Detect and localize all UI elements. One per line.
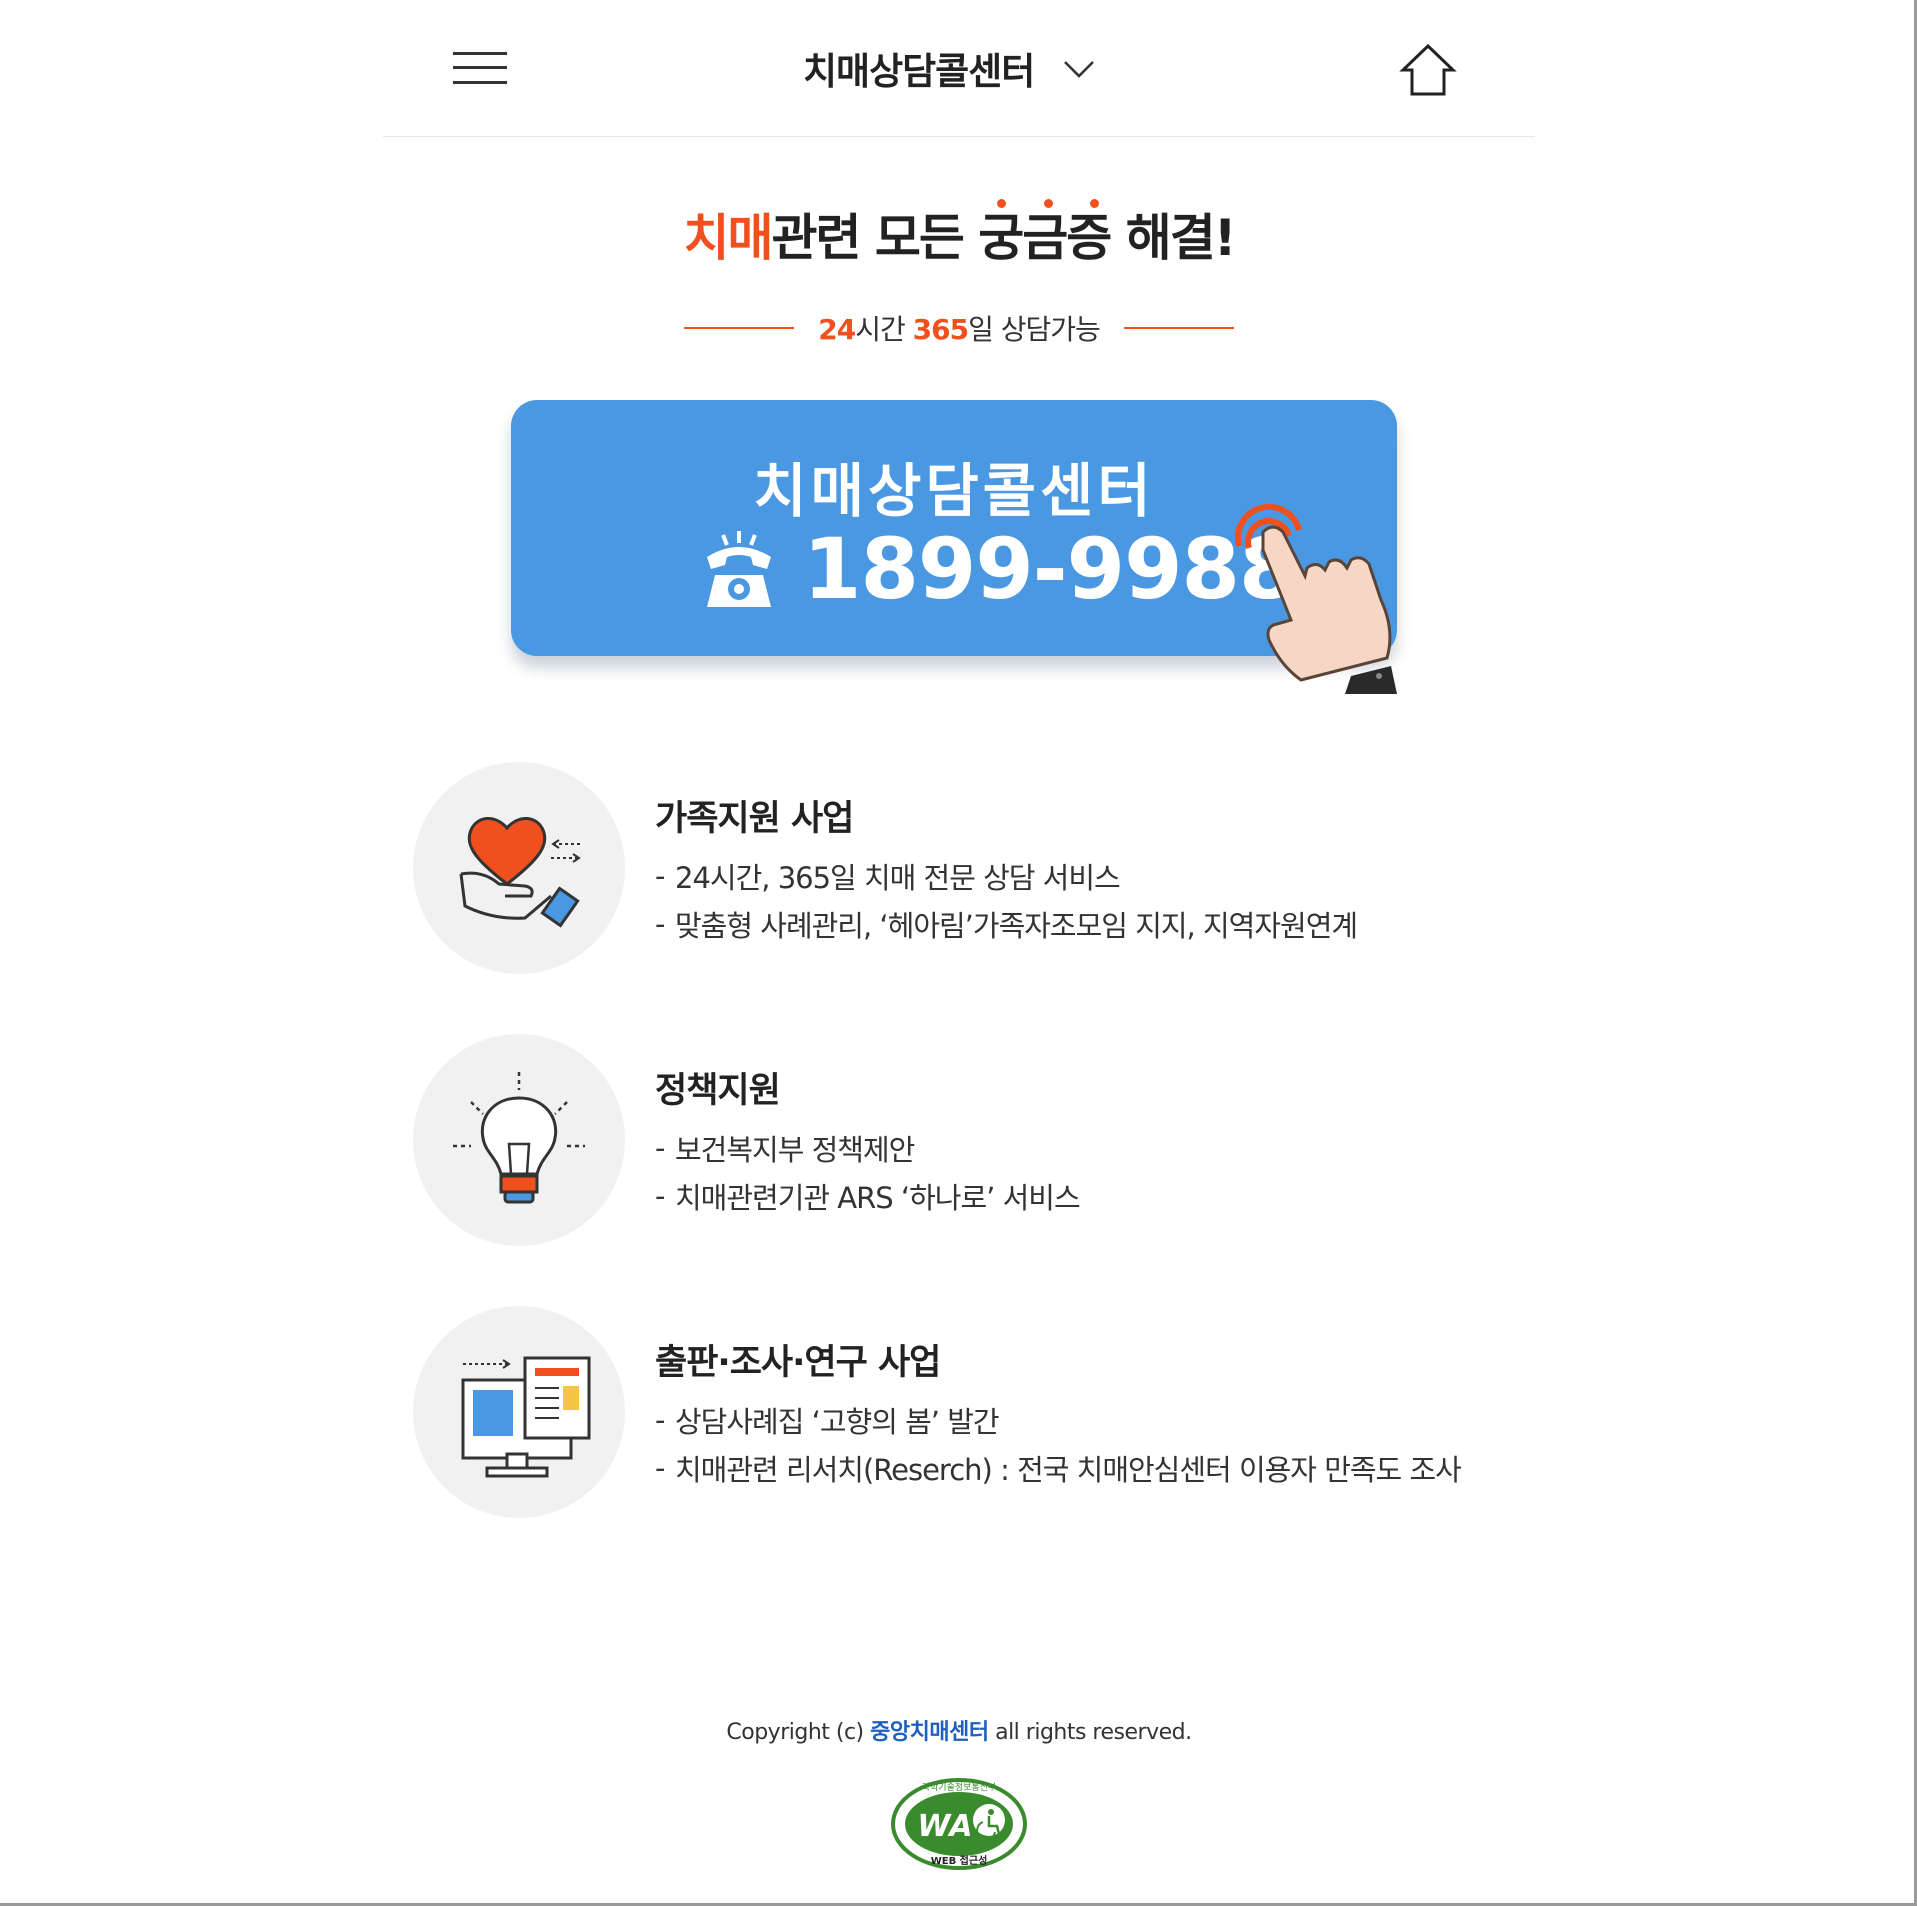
monitor-document-icon bbox=[461, 1356, 591, 1478]
svg-text:WA: WA bbox=[917, 1809, 972, 1844]
service-details: 보건복지부 정책제안 치매관련기관 ARS ‘하나로’ 서비스 bbox=[655, 1128, 1495, 1226]
service-title: 출판·조사·연구 사업 bbox=[655, 1343, 941, 1383]
svg-text:과학기술정보통신부: 과학기술정보통신부 bbox=[922, 1782, 997, 1793]
service-icon-circle bbox=[413, 1034, 625, 1246]
telephone-icon bbox=[707, 531, 771, 607]
call-number-row: 1899-9988 bbox=[701, 520, 1297, 618]
tap-hand-icon bbox=[1234, 503, 1397, 694]
site-select-dropdown[interactable]: 치매상담콜센터 bbox=[803, 40, 1098, 96]
top-header: 치매상담콜센터 bbox=[383, 0, 1535, 137]
main-headline: 치매관련 모든 궁금증 해결! bbox=[383, 198, 1535, 270]
lightbulb-icon bbox=[453, 1072, 585, 1204]
service-details: 상담사례집 ‘고향의 봄’ 발간 치매관련 리서치(Reserch) : 전국 … bbox=[655, 1400, 1495, 1498]
copyright-text: Copyright (c) 중앙치매센터 all rights reserved… bbox=[726, 1720, 1192, 1745]
service-detail-item: 치매관련기관 ARS ‘하나로’ 서비스 bbox=[655, 1176, 1495, 1218]
divider-line bbox=[1123, 327, 1234, 329]
heart-hand-icon bbox=[459, 817, 581, 928]
service-icon-circle bbox=[413, 1306, 625, 1518]
service-detail-item: 상담사례집 ‘고향의 봄’ 발간 bbox=[655, 1400, 1495, 1442]
call-banner: 치매상담콜센터 1899-9988 bbox=[511, 400, 1401, 694]
service-detail-item: 맞춤형 사례관리, ‘헤아림’가족자조모임 지지, 지역자원연계 bbox=[655, 904, 1495, 946]
availability-text: 24시간 365일 상담가능 bbox=[818, 313, 1101, 346]
service-detail-item: 보건복지부 정책제안 bbox=[655, 1128, 1495, 1170]
emphasis-dot bbox=[1044, 199, 1053, 208]
hamburger-menu-icon[interactable] bbox=[453, 48, 509, 88]
divider-line bbox=[684, 327, 795, 329]
chevron-down-icon bbox=[1064, 61, 1095, 78]
web-accessibility-badge-icon: 과학기술정보통신부 WA WEB 접근성 bbox=[891, 1778, 1027, 1870]
page-container: 치매상담콜센터 치매관련 모든 궁금증 해결! 24시간 365일 상담가능 치… bbox=[383, 0, 1535, 1906]
org-name: 중앙치매센터 bbox=[870, 1720, 989, 1745]
availability-subline: 24시간 365일 상담가능 bbox=[383, 308, 1535, 348]
service-title: 정책지원 bbox=[655, 1071, 781, 1111]
site-title: 치매상담콜센터 bbox=[803, 50, 1035, 93]
headline-highlight: 치매 bbox=[683, 209, 773, 267]
service-details: 24시간, 365일 치매 전문 상담 서비스 맞춤형 사례관리, ‘헤아림’가… bbox=[655, 856, 1495, 954]
service-title: 가족지원 사업 bbox=[655, 799, 854, 839]
emphasis-dot bbox=[1090, 199, 1099, 208]
svg-text:WEB 접근성: WEB 접근성 bbox=[931, 1854, 988, 1867]
home-icon[interactable] bbox=[1399, 42, 1457, 98]
service-icon-circle bbox=[413, 762, 625, 974]
headline-text: 관련 모든 궁금증 해결! bbox=[771, 209, 1236, 267]
service-detail-item: 치매관련 리서치(Reserch) : 전국 치매안심센터 이용자 만족도 조사 bbox=[655, 1448, 1495, 1490]
emphasis-dot bbox=[997, 199, 1006, 208]
service-detail-item: 24시간, 365일 치매 전문 상담 서비스 bbox=[655, 856, 1495, 898]
